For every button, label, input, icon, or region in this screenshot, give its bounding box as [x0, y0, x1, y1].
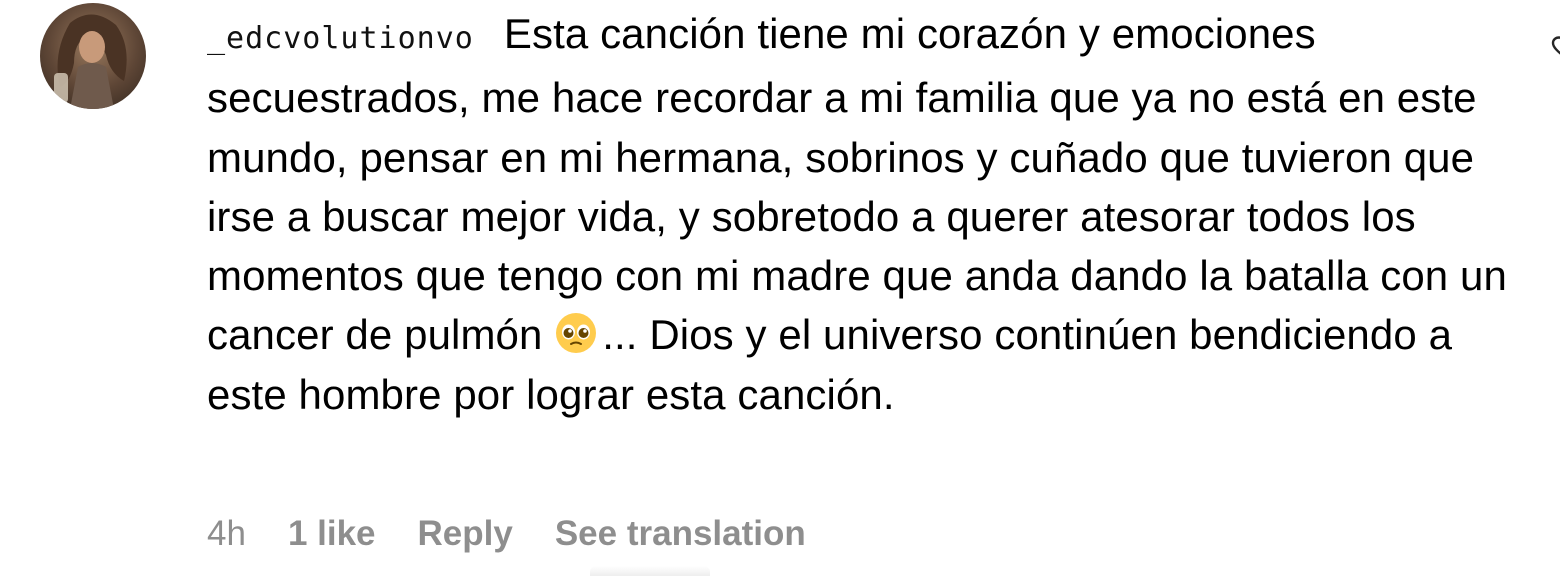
comment-meta-row: 4h 1 like Reply See translation	[207, 510, 806, 558]
likes-count-button[interactable]: 1 like	[288, 514, 376, 554]
heart-icon[interactable]	[1551, 36, 1560, 60]
comment-body: _edcvolutionvo Esta canción tiene mi cora…	[207, 4, 1507, 424]
comment-username[interactable]: _edcvolutionvo	[207, 21, 474, 56]
pleading-face-emoji	[554, 311, 598, 355]
avatar[interactable]	[40, 3, 146, 109]
scroll-fade	[590, 566, 710, 576]
comment-timestamp[interactable]: 4h	[207, 514, 246, 554]
see-translation-button[interactable]: See translation	[555, 514, 806, 554]
comment-text-line1: Esta canción tiene mi corazón y emocione…	[503, 10, 1316, 57]
avatar-image	[40, 3, 146, 109]
reply-button[interactable]: Reply	[418, 514, 513, 554]
